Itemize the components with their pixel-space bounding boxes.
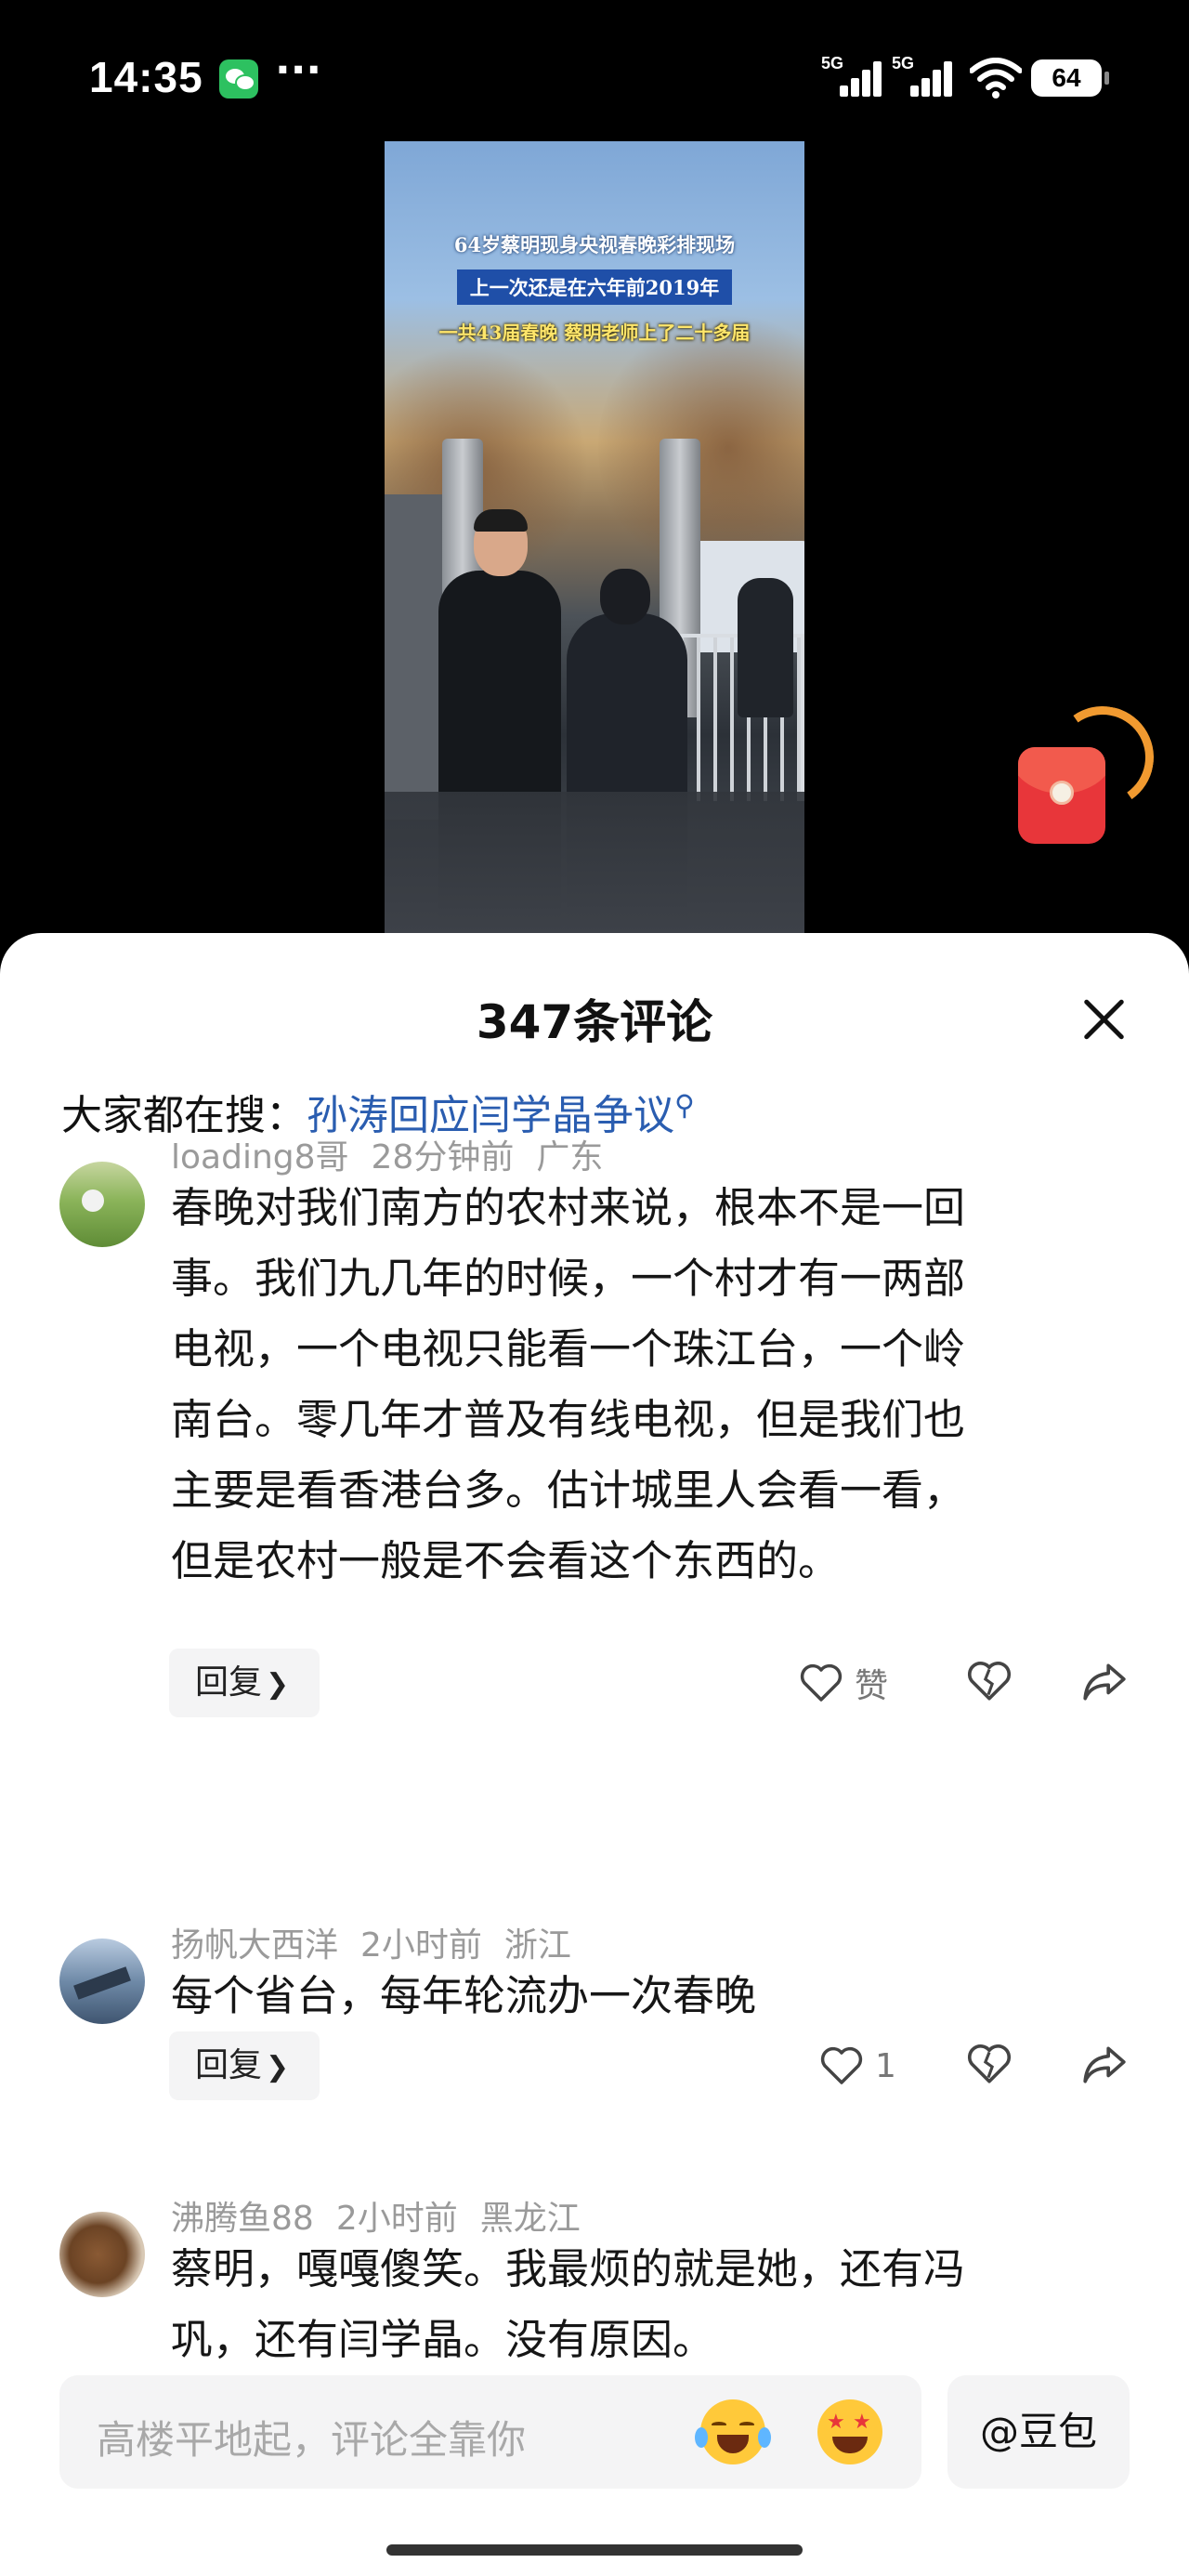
star-eyes-emoji-icon[interactable]: ★ ★ <box>817 2399 882 2464</box>
avatar[interactable] <box>59 2212 145 2297</box>
comment-user[interactable]: 沸腾鱼88 <box>171 2200 314 2238</box>
laughing-crying-emoji-icon[interactable] <box>695 2399 771 2464</box>
like-button[interactable]: 1 <box>819 2038 896 2094</box>
signal-label: 5G <box>892 54 915 72</box>
comment-user[interactable]: loading8哥 <box>171 1138 349 1176</box>
battery-indicator: 64 <box>1031 59 1109 97</box>
avatar[interactable] <box>59 1162 145 1247</box>
video-caption-2-text: 上一次还是在六年前2019年 <box>456 269 733 305</box>
comment-location: 浙江 <box>503 1926 571 1965</box>
comment-meta: 扬帆大西洋 2小时前 浙江 <box>171 1918 594 1966</box>
share-arrow-icon[interactable] <box>1081 2041 1128 2087</box>
comment-line: 巩，还有闫学晶。没有原因。 <box>171 2315 715 2364</box>
signal-label: 5G <box>821 54 844 72</box>
comment-line: 南台。零几年才普及有线电视，但是我们也 <box>171 1395 966 1444</box>
heart-icon <box>820 2046 863 2084</box>
video-caption-3: 一共43届春晚 蔡明老师上了二十多届 <box>438 322 751 344</box>
broken-heart-icon[interactable] <box>966 1658 1013 1704</box>
comment-line: 春晚对我们南方的农村来说，根本不是一回 <box>171 1183 966 1232</box>
search-icon: ⚲ <box>674 1089 695 1123</box>
more-notifications-icon: ··· <box>275 46 322 94</box>
avatar[interactable] <box>59 1939 145 2024</box>
like-button[interactable]: 赞 <box>799 1655 888 1711</box>
comment-line: 每个省台，每年轮流办一次春晚 <box>171 1971 757 2020</box>
bystander <box>738 578 793 717</box>
wifi-icon <box>970 58 1022 99</box>
chevron-right-icon: ❯ <box>266 1668 290 1701</box>
chevron-right-icon: ❯ <box>266 2051 290 2083</box>
comment-sheet: 347条评论 大家都在搜：孙涛回应闫学晶争议⚲ loading8哥 28分钟前 广东… <box>0 933 1189 2576</box>
video-caption-1: 64岁蔡明现身央视春晚彩排现场 <box>453 233 736 256</box>
wechat-notification-icon <box>219 59 258 99</box>
comment-time: 2小时前 <box>335 2200 458 2238</box>
like-count: 赞 <box>855 1667 889 1705</box>
comment-text: 春晚对我们南方的农村来说，根本不是一回 事。我们九几年的时候，一个村才有一两部 … <box>171 1173 1100 1597</box>
comment-time: 2小时前 <box>360 1926 482 1965</box>
close-icon[interactable] <box>1078 992 1131 1046</box>
doubao-button[interactable]: @豆包 <box>947 2375 1130 2489</box>
reply-label: 回复 <box>195 1663 263 1702</box>
share-arrow-icon[interactable] <box>1081 1658 1128 1704</box>
comment-time: 28分钟前 <box>371 1138 515 1176</box>
comment-input-placeholder: 高楼平地起，评论全靠你 <box>97 2417 527 2463</box>
comment-meta: loading8哥 28分钟前 广东 <box>171 1130 625 1178</box>
broken-heart-icon[interactable] <box>966 2041 1013 2087</box>
status-time: 14:35 <box>89 53 203 101</box>
comment-line: 事。我们九几年的时候，一个村才有一两部 <box>171 1254 966 1303</box>
like-count: 1 <box>875 2046 896 2085</box>
comment-text: 蔡明，嘎嘎傻笑。我最烦的就是她，还有冯 巩，还有闫学晶。没有原因。 <box>171 2234 1100 2375</box>
comment-text: 每个省台，每年轮流办一次春晚 <box>171 1961 1100 2031</box>
comment-line: 但是农村一般是不会看这个东西的。 <box>171 1536 841 1585</box>
comment-line: 主要是看香港台多。估计城里人会看一看， <box>171 1465 966 1515</box>
signal-icon: 5G <box>892 54 957 97</box>
comment-input[interactable]: 高楼平地起，评论全靠你 ★ ★ <box>59 2375 921 2489</box>
home-indicator[interactable] <box>386 2544 803 2556</box>
video-player[interactable]: 64岁蔡明现身央视春晚彩排现场 上一次还是在六年前2019年 一共43届春晚 蔡… <box>385 141 804 933</box>
heart-icon <box>800 1663 843 1702</box>
comment-meta: 沸腾鱼88 2小时前 黑龙江 <box>171 2191 603 2240</box>
comment-location: 广东 <box>536 1138 604 1176</box>
signal-icon: 5G <box>821 54 886 97</box>
reply-label: 回复 <box>195 2046 263 2084</box>
video-caption-2: 上一次还是在六年前2019年 <box>385 269 804 305</box>
comment-count-title: 347条评论 <box>476 995 713 1049</box>
comment-line: 蔡明，嘎嘎傻笑。我最烦的就是她，还有冯 <box>171 2244 966 2293</box>
comment-location: 黑龙江 <box>479 2200 581 2238</box>
status-bar: 14:35 ··· 5G 5G 64 <box>0 0 1189 139</box>
comment-user[interactable]: 扬帆大西洋 <box>171 1926 338 1965</box>
reply-button[interactable]: 回复❯ <box>169 1649 320 1717</box>
red-packet-icon[interactable] <box>1018 698 1162 855</box>
reply-button[interactable]: 回复❯ <box>169 2031 320 2100</box>
comment-line: 电视，一个电视只能看一个珠江台，一个岭 <box>171 1324 966 1373</box>
